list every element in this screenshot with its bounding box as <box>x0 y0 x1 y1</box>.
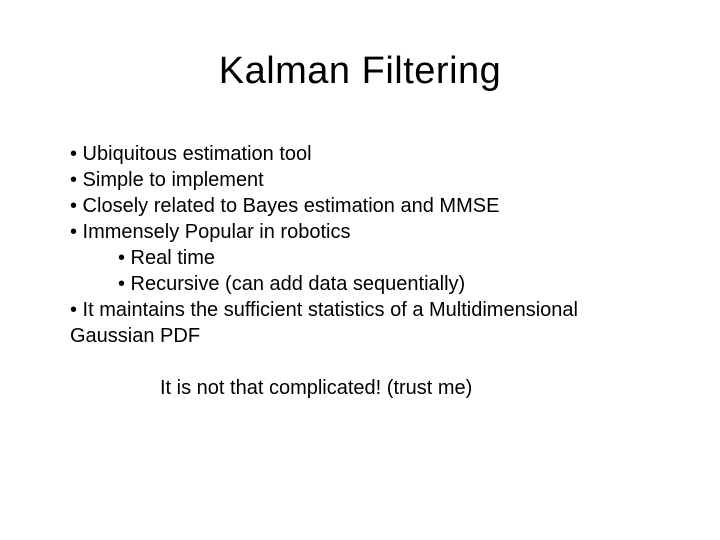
sub-bullet-item: • Recursive (can add data sequentially) <box>70 271 650 297</box>
bullet-item: • Ubiquitous estimation tool <box>70 141 650 167</box>
slide-title: Kalman Filtering <box>70 50 650 93</box>
closing-statement: It is not that complicated! (trust me) <box>70 377 650 400</box>
bullet-item: • Immensely Popular in robotics <box>70 219 650 245</box>
bullet-item: • It maintains the sufficient statistics… <box>70 297 650 323</box>
bullet-item-continuation: Gaussian PDF <box>70 323 650 349</box>
sub-bullet-item: • Real time <box>70 245 650 271</box>
bullet-item: • Closely related to Bayes estimation an… <box>70 193 650 219</box>
bullet-item: • Simple to implement <box>70 167 650 193</box>
bullet-list: • Ubiquitous estimation tool • Simple to… <box>70 141 650 349</box>
slide-container: Kalman Filtering • Ubiquitous estimation… <box>0 0 720 540</box>
